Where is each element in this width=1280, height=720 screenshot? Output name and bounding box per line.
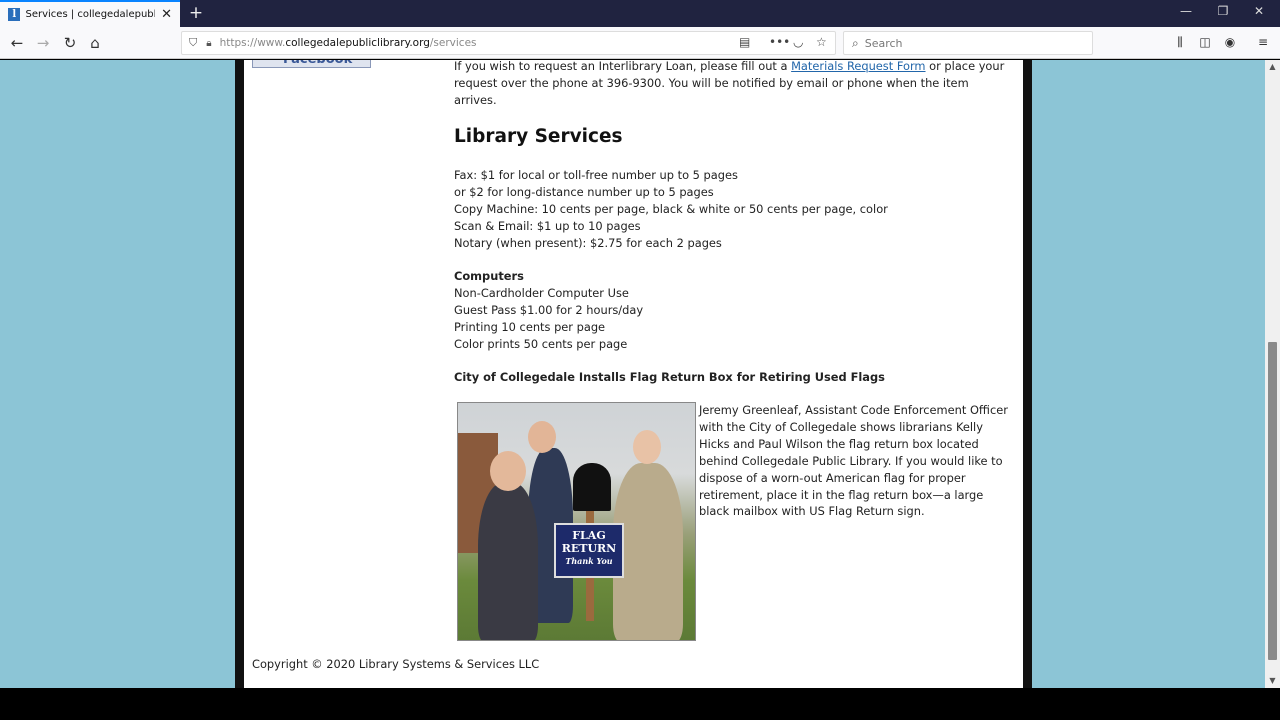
search-bar[interactable]: ⌕ (843, 31, 1093, 55)
photo-mailbox (573, 463, 611, 511)
service-item: or $2 for long-distance number up to 5 p… (454, 184, 714, 199)
photo-flag-sign: FLAG RETURN Thank You (554, 523, 624, 578)
url-text[interactable]: https://www.collegedalepubliclibrary.org… (220, 37, 477, 49)
service-item: Copy Machine: 10 cents per page, black &… (454, 201, 888, 216)
service-item: Scan & Email: $1 up to 10 pages (454, 218, 641, 233)
account-icon[interactable]: ◉ (1221, 35, 1239, 49)
page-content: Facebook If you wish to request an Inter… (244, 60, 1023, 688)
close-tab-icon[interactable]: ✕ (161, 7, 172, 22)
intro-text-before: If you wish to request an Interlibrary L… (454, 60, 792, 73)
home-icon[interactable]: ⌂ (84, 32, 106, 54)
sidebar-icon[interactable]: ◫ (1196, 35, 1214, 49)
services-list: Fax: $1 for local or toll-free number up… (454, 167, 888, 252)
back-icon[interactable]: ← (6, 32, 28, 54)
scrollbar-thumb[interactable] (1268, 342, 1277, 660)
bookmark-star-icon[interactable]: ☆ (816, 35, 827, 49)
interlibrary-loan-text: If you wish to request an Interlibrary L… (454, 60, 1009, 109)
tab-services[interactable]: l Services | collegedalepublicli ✕ (0, 0, 180, 27)
photo-person-head (528, 421, 556, 453)
reader-view-icon[interactable]: ▤ (739, 35, 750, 49)
pocket-icon[interactable]: ◡ (793, 35, 803, 49)
forward-icon[interactable]: → (32, 32, 54, 54)
url-host: collegedalepubliclibrary.org (285, 37, 430, 49)
more-icon[interactable]: ••• (769, 35, 790, 49)
library-services-heading: Library Services (454, 126, 623, 147)
photo-person-head (490, 451, 526, 491)
search-icon: ⌕ (852, 35, 859, 50)
tab-title: Services | collegedalepublicli (25, 9, 155, 20)
computer-item: Printing 10 cents per page (454, 319, 606, 334)
sign-line: Thank You (565, 556, 613, 566)
page-scrollbar[interactable]: ▲ ▼ (1265, 60, 1280, 688)
url-bar[interactable]: ⛉ 🔒︎ https://www.collegedalepubliclibrar… (181, 31, 836, 55)
computer-item: Guest Pass $1.00 for 2 hours/day (454, 302, 644, 317)
computer-item: Non-Cardholder Computer Use (454, 286, 629, 300)
shield-icon[interactable]: ⛉ (189, 36, 197, 50)
restore-window-button[interactable]: ❐ (1213, 4, 1233, 18)
service-item: Fax: $1 for local or toll-free number up… (454, 168, 738, 182)
computer-item: Color prints 50 cents per page (454, 336, 628, 351)
computers-list: Non-Cardholder Computer Use Guest Pass $… (454, 285, 643, 353)
scroll-down-icon[interactable]: ▼ (1265, 674, 1280, 688)
service-item: Notary (when present): $2.75 for each 2 … (454, 235, 722, 250)
reload-icon[interactable]: ↻ (59, 32, 81, 54)
flag-return-photo: FLAG RETURN Thank You (457, 402, 696, 641)
library-icon[interactable]: ⫼ (1171, 35, 1189, 50)
sign-line: RETURN (561, 542, 617, 555)
photo-person (478, 483, 538, 640)
menu-icon[interactable]: ≡ (1254, 35, 1272, 49)
sign-line: FLAG (572, 529, 606, 542)
close-window-button[interactable]: ✕ (1249, 4, 1269, 18)
taskbar-area (0, 688, 1280, 720)
minimize-window-button[interactable]: — (1176, 4, 1196, 18)
url-prefix: https://www. (219, 37, 286, 49)
lock-icon[interactable]: 🔒︎ (206, 38, 211, 49)
flag-return-caption: Jeremy Greenleaf, Assistant Code Enforce… (699, 403, 1008, 519)
search-input[interactable] (864, 36, 1085, 50)
tab-bar: l Services | collegedalepublicli ✕ + — ❐… (0, 0, 1280, 27)
new-tab-button[interactable]: + (186, 3, 206, 23)
materials-request-form-link[interactable]: Materials Request Form (791, 60, 925, 73)
url-path: /services (429, 37, 477, 49)
flag-return-heading: City of Collegedale Installs Flag Return… (454, 370, 885, 384)
photo-person-head (633, 430, 661, 464)
navigation-toolbar: ← → ↻ ⌂ ⛉ 🔒︎ https://www.collegedalepubl… (0, 27, 1280, 59)
facebook-badge[interactable]: Facebook (252, 60, 371, 68)
scroll-up-icon[interactable]: ▲ (1265, 60, 1280, 74)
computers-heading: Computers (454, 269, 524, 283)
site-favicon-icon: l (8, 8, 21, 21)
page-viewport: Facebook If you wish to request an Inter… (0, 60, 1265, 688)
copyright-footer: Copyright © 2020 Library Systems & Servi… (252, 657, 540, 671)
